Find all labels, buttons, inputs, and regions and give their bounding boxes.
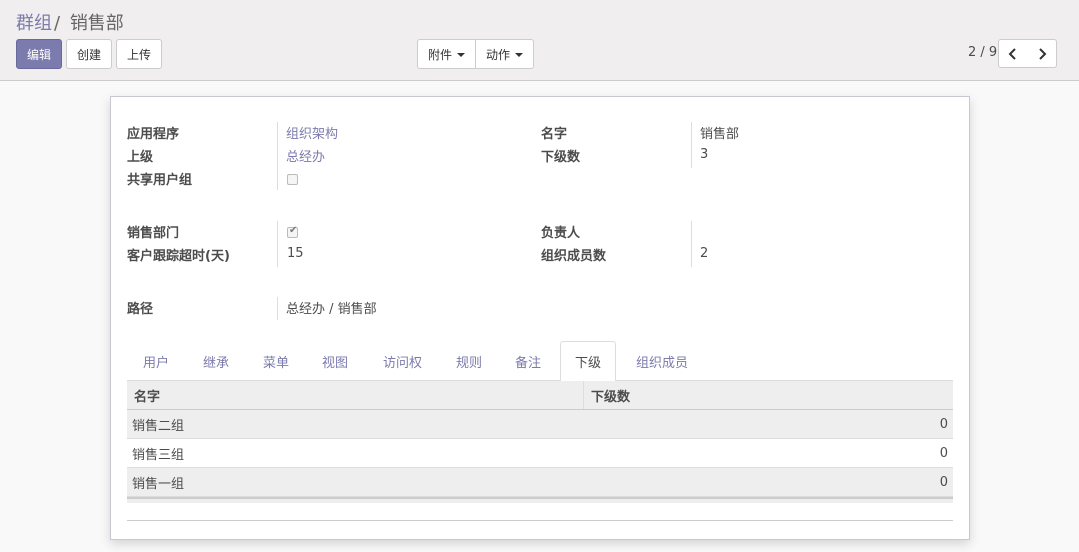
children-count-value: 3 (700, 147, 709, 162)
tab-inherited[interactable]: 继承 (189, 341, 243, 381)
row-name: 销售一组 (132, 476, 185, 492)
pager-value[interactable]: 2 / 9 (968, 45, 997, 60)
tab-menus[interactable]: 菜单 (249, 341, 303, 381)
timeout-value: 15 (287, 246, 304, 261)
children-count-label: 下级数 (541, 150, 581, 165)
shared-group-label: 共享用户组 (127, 173, 193, 188)
actions-dropdown[interactable]: 动作 (476, 39, 535, 69)
members-count-label: 组织成员数 (541, 249, 607, 264)
children-table: 名字 下级数 销售二组 0 销售三组 0 销售一组 0 (127, 381, 953, 503)
sales-dept-checkbox[interactable] (287, 225, 298, 238)
sidebar-menus: 附件 动作 (417, 39, 535, 69)
chevron-right-icon (1038, 47, 1046, 60)
sales-dept-label: 销售部门 (127, 226, 180, 241)
breadcrumb: 群组 / 销售部 (16, 9, 124, 35)
table-row[interactable]: 销售一组 0 (127, 468, 953, 497)
timeout-label: 客户跟踪超时(天) (127, 249, 230, 264)
field-divider (277, 221, 278, 267)
breadcrumb-separator: / (54, 13, 61, 34)
tab-members[interactable]: 组织成员 (622, 341, 702, 381)
column-header-children-count[interactable]: 下级数 (584, 381, 630, 409)
field-divider (277, 168, 278, 190)
name-value: 销售部 (700, 127, 740, 142)
attachments-dropdown[interactable]: 附件 (417, 39, 477, 69)
shared-group-checkbox[interactable] (287, 174, 298, 185)
column-header-name[interactable]: 名字 (127, 381, 584, 409)
attachments-label: 附件 (428, 47, 453, 62)
parent-link[interactable]: 总经办 (286, 146, 325, 165)
actions-label: 动作 (486, 47, 511, 62)
caret-down-icon (515, 53, 524, 57)
application-link[interactable]: 组织架构 (286, 123, 338, 142)
edit-button[interactable]: 编辑 (16, 39, 62, 69)
parent-label: 上级 (127, 150, 154, 165)
tab-children[interactable]: 下级 (560, 341, 617, 382)
manager-label: 负责人 (541, 226, 581, 241)
path-label: 路径 (127, 302, 154, 317)
field-divider (691, 122, 692, 168)
notebook-tabs: 用户 继承 菜单 视图 访问权 规则 备注 下级 组织成员 (127, 341, 953, 382)
field-divider (277, 122, 278, 168)
tab-rules[interactable]: 规则 (442, 341, 496, 381)
table-row[interactable]: 销售二组 0 (127, 410, 953, 439)
members-count-value: 2 (700, 246, 709, 261)
row-children-count: 0 (939, 416, 948, 432)
breadcrumb-parent-link[interactable]: 群组 (16, 13, 52, 34)
caret-down-icon (457, 53, 466, 57)
row-children-count: 0 (939, 445, 948, 461)
create-button[interactable]: 创建 (66, 39, 112, 69)
pager-previous-button[interactable] (998, 39, 1028, 68)
control-panel: 群组 / 销售部 编辑 创建 上传 附件 动作 2 / 9 (0, 0, 1079, 81)
pager-next-button[interactable] (1027, 39, 1057, 68)
table-footer (127, 497, 953, 503)
chevron-left-icon (1008, 47, 1016, 60)
table-header: 名字 下级数 (127, 381, 953, 410)
row-name: 销售二组 (132, 418, 185, 434)
tab-users[interactable]: 用户 (129, 341, 183, 381)
application-label: 应用程序 (127, 127, 180, 142)
upload-button[interactable]: 上传 (116, 39, 162, 69)
table-row[interactable]: 销售三组 0 (127, 439, 953, 468)
tab-notes[interactable]: 备注 (501, 341, 555, 381)
tab-access-rights[interactable]: 访问权 (369, 341, 436, 381)
tab-views[interactable]: 视图 (308, 341, 362, 381)
row-name: 销售三组 (132, 447, 185, 463)
field-divider (277, 297, 278, 320)
row-children-count: 0 (939, 474, 948, 490)
path-value: 总经办 / 销售部 (286, 302, 377, 317)
breadcrumb-current: 销售部 (69, 13, 124, 34)
divider (127, 520, 953, 521)
field-divider (691, 221, 692, 267)
name-label: 名字 (541, 127, 568, 142)
